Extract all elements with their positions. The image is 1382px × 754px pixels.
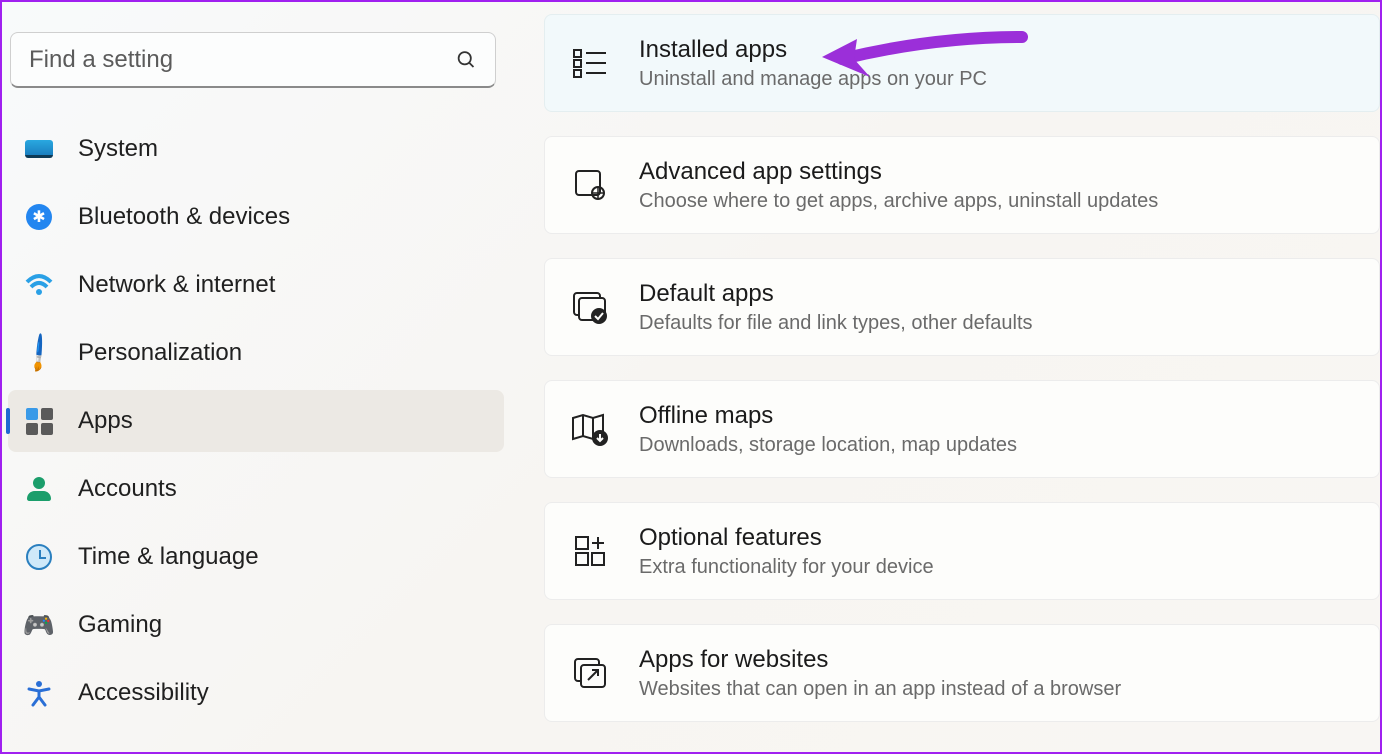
- window-check-icon: [569, 286, 611, 328]
- card-title: Installed apps: [639, 36, 987, 64]
- card-subtitle: Extra functionality for your device: [639, 556, 934, 579]
- card-title: Advanced app settings: [639, 158, 1158, 186]
- card-title: Apps for websites: [639, 646, 1121, 674]
- window-arrow-icon: [569, 652, 611, 694]
- sidebar-nav: System ✱ Bluetooth & devices Network & i…: [8, 118, 504, 724]
- paintbrush-icon: 🖌️: [18, 332, 60, 374]
- sidebar-item-personalization[interactable]: 🖌️ Personalization: [8, 322, 504, 384]
- card-advanced-app-settings[interactable]: Advanced app settings Choose where to ge…: [544, 136, 1380, 234]
- sidebar-item-time[interactable]: Time & language: [8, 526, 504, 588]
- sidebar-item-label: Personalization: [78, 339, 242, 367]
- list-grid-icon: [569, 42, 611, 84]
- card-subtitle: Websites that can open in an app instead…: [639, 678, 1121, 701]
- card-offline-maps[interactable]: Offline maps Downloads, storage location…: [544, 380, 1380, 478]
- card-title: Optional features: [639, 524, 934, 552]
- system-icon: [24, 134, 54, 164]
- clock-globe-icon: [24, 542, 54, 572]
- sidebar-item-label: System: [78, 135, 158, 163]
- card-apps-for-websites[interactable]: Apps for websites Websites that can open…: [544, 624, 1380, 722]
- sidebar-item-label: Bluetooth & devices: [78, 203, 290, 231]
- gamepad-icon: 🎮: [24, 610, 54, 640]
- grid-plus-icon: [569, 530, 611, 572]
- card-subtitle: Downloads, storage location, map updates: [639, 434, 1017, 457]
- main-content: Installed apps Uninstall and manage apps…: [512, 2, 1380, 752]
- search-input[interactable]: [29, 46, 456, 74]
- sidebar-item-accessibility[interactable]: Accessibility: [8, 662, 504, 724]
- sidebar-item-apps[interactable]: Apps: [8, 390, 504, 452]
- sidebar-item-label: Network & internet: [78, 271, 275, 299]
- map-download-icon: [569, 408, 611, 450]
- person-icon: [24, 474, 54, 504]
- app-gear-icon: [569, 164, 611, 206]
- wifi-icon: [24, 270, 54, 300]
- search-box[interactable]: [10, 32, 496, 88]
- sidebar-item-label: Apps: [78, 407, 133, 435]
- sidebar-item-label: Time & language: [78, 543, 259, 571]
- card-default-apps[interactable]: Default apps Defaults for file and link …: [544, 258, 1380, 356]
- bluetooth-icon: ✱: [24, 202, 54, 232]
- sidebar-item-label: Gaming: [78, 611, 162, 639]
- sidebar-item-system[interactable]: System: [8, 118, 504, 180]
- accessibility-icon: [24, 678, 54, 708]
- card-subtitle: Choose where to get apps, archive apps, …: [639, 190, 1158, 213]
- card-subtitle: Uninstall and manage apps on your PC: [639, 68, 987, 91]
- search-icon: [456, 49, 477, 71]
- sidebar-item-gaming[interactable]: 🎮 Gaming: [8, 594, 504, 656]
- card-title: Default apps: [639, 280, 1033, 308]
- card-subtitle: Defaults for file and link types, other …: [639, 312, 1033, 335]
- sidebar-item-label: Accessibility: [78, 679, 209, 707]
- sidebar-item-label: Accounts: [78, 475, 177, 503]
- card-title: Offline maps: [639, 402, 1017, 430]
- sidebar: System ✱ Bluetooth & devices Network & i…: [2, 2, 512, 752]
- apps-grid-icon: [24, 406, 54, 436]
- sidebar-item-accounts[interactable]: Accounts: [8, 458, 504, 520]
- card-optional-features[interactable]: Optional features Extra functionality fo…: [544, 502, 1380, 600]
- card-installed-apps[interactable]: Installed apps Uninstall and manage apps…: [544, 14, 1380, 112]
- sidebar-item-bluetooth[interactable]: ✱ Bluetooth & devices: [8, 186, 504, 248]
- sidebar-item-network[interactable]: Network & internet: [8, 254, 504, 316]
